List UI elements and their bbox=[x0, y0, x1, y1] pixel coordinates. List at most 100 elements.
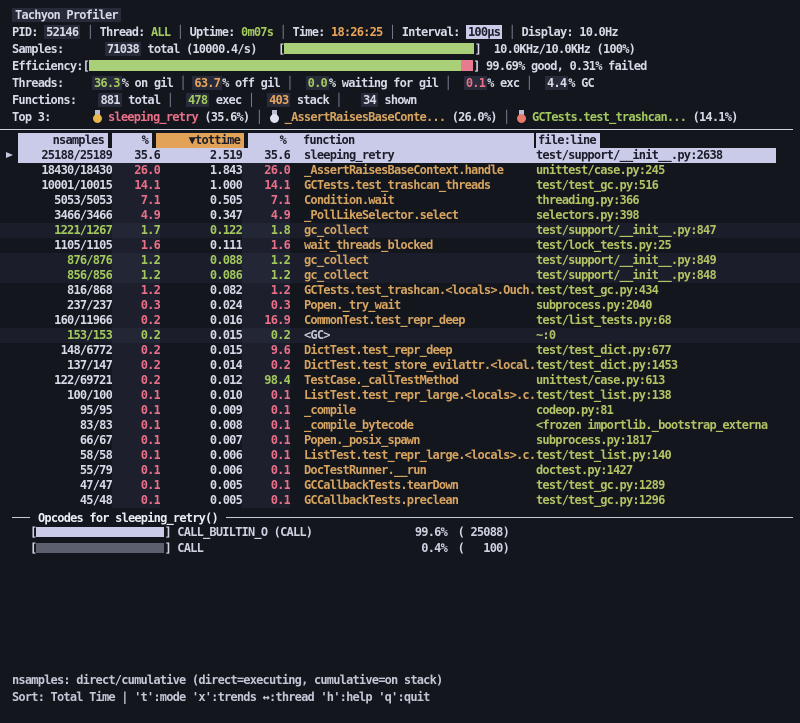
cell-fileline: subprocess.py:2040 bbox=[536, 298, 776, 313]
table-row[interactable]: 18430/1843026.01.84326.0_AssertRaisesBas… bbox=[0, 163, 800, 178]
cell-nsamples: 1221/1267 bbox=[18, 223, 112, 238]
opcodes-header: Opcodes for sleeping_retry() bbox=[12, 510, 800, 525]
function-stat-suffix: total bbox=[122, 93, 161, 107]
thread-value[interactable]: ALL bbox=[151, 25, 170, 39]
table-row[interactable]: 100/1000.10.0100.1ListTest.test_repr_lar… bbox=[0, 388, 800, 403]
top3-function-name[interactable]: _AssertRaisesBaseConte... bbox=[285, 110, 446, 124]
footer-keybindings: Sort: Total Time | 't':mode 'x':trends ↔… bbox=[12, 689, 442, 706]
top3-function-name[interactable]: sleeping_retry bbox=[108, 110, 198, 124]
table-row[interactable]: 25188/2518935.62.51935.6sleeping_retryte… bbox=[0, 148, 800, 163]
cell-tottime: 0.024 bbox=[160, 298, 242, 313]
opcode-row: [] CALL0.4%( 100) bbox=[0, 541, 800, 557]
opcode-percent: 99.6% bbox=[395, 525, 447, 541]
cell-tottime: 0.006 bbox=[160, 448, 242, 463]
table-row[interactable]: 122/697210.20.01298.4TestCase._callTestM… bbox=[0, 373, 800, 388]
top3-function-name[interactable]: GCTests.test_trashcan... bbox=[532, 110, 686, 124]
table-row[interactable]: 83/830.10.0080.1_compile_bytecode<frozen… bbox=[0, 418, 800, 433]
cell-function: gc_collect bbox=[304, 253, 536, 268]
table-row[interactable]: 55/790.10.0060.1DocTestRunner.__rundocte… bbox=[0, 463, 800, 478]
cell-pct-direct: 0.3 bbox=[112, 298, 160, 313]
cell-function: _compile_bytecode bbox=[304, 418, 536, 433]
cell-tottime: 0.016 bbox=[160, 313, 242, 328]
separator: │ bbox=[519, 76, 538, 90]
thread-stat-suffix: % GC bbox=[568, 76, 594, 90]
cell-tottime: 1.843 bbox=[160, 163, 242, 178]
cell-tottime: 0.014 bbox=[160, 358, 242, 373]
column-header-pct-cumulative[interactable]: % bbox=[248, 133, 286, 148]
cell-nsamples: 45/48 bbox=[18, 493, 112, 508]
function-stat-suffix: stack bbox=[290, 93, 329, 107]
cell-tottime: 0.007 bbox=[160, 433, 242, 448]
separator: │ bbox=[241, 93, 260, 107]
samples-label: Samples: bbox=[12, 41, 92, 58]
table-row[interactable]: 160/119660.20.01616.9CommonTest.test_rep… bbox=[0, 313, 800, 328]
table-row[interactable]: 45/480.10.0050.1GCCallbackTests.preclean… bbox=[0, 493, 800, 508]
cell-tottime: 0.082 bbox=[160, 283, 242, 298]
table-row[interactable]: 1105/11051.60.1111.6wait_threads_blocked… bbox=[0, 238, 800, 253]
app-title: Tachyon Profiler bbox=[12, 8, 121, 22]
table-row[interactable]: 876/8761.20.0881.2gc_collecttest/support… bbox=[0, 253, 800, 268]
table-row[interactable]: 816/8681.20.0821.2GCTests.test_trashcan.… bbox=[0, 283, 800, 298]
samples-progress-bar bbox=[284, 43, 474, 54]
time-value: 18:26:25 bbox=[331, 25, 382, 39]
cell-pct-direct: 0.1 bbox=[112, 448, 160, 463]
column-header-nsamples[interactable]: nsamples bbox=[18, 133, 108, 148]
separator: │ bbox=[249, 110, 268, 124]
function-stat-suffix: shown bbox=[378, 93, 417, 107]
top3-percent: (14.1%) bbox=[686, 110, 737, 124]
cell-pct-cumulative: 0.2 bbox=[242, 358, 290, 373]
function-stat-suffix: exec bbox=[209, 93, 241, 107]
table-row[interactable]: 237/2370.30.0240.3Popen._try_waitsubproc… bbox=[0, 298, 800, 313]
cell-pct-direct: 0.2 bbox=[112, 313, 160, 328]
cell-function: gc_collect bbox=[304, 223, 536, 238]
thread-stat-suffix: % on gil bbox=[122, 76, 173, 90]
cell-function: gc_collect bbox=[304, 268, 536, 283]
cell-fileline: test/support/__init__.py:2638 bbox=[536, 148, 776, 163]
table-row[interactable]: 137/1470.20.0140.2DictTest.test_store_ev… bbox=[0, 358, 800, 373]
threads-line: Threads:36.3% on gil │ 63.7% off gil │ 0… bbox=[12, 75, 800, 92]
column-header-fileline[interactable]: file:line bbox=[536, 133, 600, 148]
table-row[interactable]: 58/580.10.0060.1ListTest.test_repr_large… bbox=[0, 448, 800, 463]
cell-function: Popen._try_wait bbox=[304, 298, 536, 313]
samples-total: 71038 bbox=[105, 42, 141, 56]
table-row[interactable]: 66/670.10.0070.1Popen._posix_spawnsubpro… bbox=[0, 433, 800, 448]
cell-nsamples: 55/79 bbox=[18, 463, 112, 478]
header-panel: Tachyon Profiler PID: 52146 │ Thread: AL… bbox=[0, 0, 800, 126]
opcodes-section: Opcodes for sleeping_retry() [] CALL_BUI… bbox=[0, 510, 800, 556]
table-row[interactable]: 95/950.10.0090.1_compilecodeop.py:81 bbox=[0, 403, 800, 418]
samples-line: Samples: 71038 total (10000.4/s)[] 10.0K… bbox=[12, 41, 800, 58]
separator: │ bbox=[438, 76, 457, 90]
cell-nsamples: 47/47 bbox=[18, 478, 112, 493]
efficiency-summary: 99.69% good, 0.31% failed bbox=[480, 59, 647, 73]
cell-pct-direct: 0.1 bbox=[112, 403, 160, 418]
table-row[interactable]: 148/67720.20.0159.6DictTest.test_repr_de… bbox=[0, 343, 800, 358]
cell-function: DictTest.test_store_evilattr.<local... bbox=[304, 358, 536, 373]
table-row[interactable]: 5053/50537.10.5057.1Condition.waitthread… bbox=[0, 193, 800, 208]
column-header-function[interactable]: function bbox=[303, 133, 354, 148]
cell-pct-cumulative: 26.0 bbox=[242, 163, 290, 178]
cell-fileline: test/test_dict.py:677 bbox=[536, 343, 776, 358]
table-row[interactable]: 47/470.10.0050.1GCCallbackTests.tearDown… bbox=[0, 478, 800, 493]
column-header-tottime-sorted[interactable]: ▼tottime bbox=[156, 133, 244, 148]
opcode-count: ( 100) bbox=[453, 541, 509, 557]
table-row[interactable]: 3466/34664.90.3474.9_PollLikeSelector.se… bbox=[0, 208, 800, 223]
separator: │ bbox=[329, 93, 348, 107]
table-row[interactable]: 153/1530.20.0150.2<GC>~:0 bbox=[0, 328, 800, 343]
cell-pct-direct: 1.2 bbox=[112, 253, 160, 268]
cell-pct-direct: 1.7 bbox=[112, 223, 160, 238]
cell-nsamples: 856/856 bbox=[18, 268, 112, 283]
table-row[interactable]: 10001/1001514.11.00014.1GCTests.test_tra… bbox=[0, 178, 800, 193]
pad bbox=[299, 76, 305, 90]
column-header-pct-direct[interactable]: % bbox=[112, 133, 152, 148]
function-stat-value: 478 bbox=[186, 93, 209, 107]
cell-pct-direct: 0.1 bbox=[112, 388, 160, 403]
title-line: Tachyon Profiler bbox=[12, 7, 800, 24]
cell-tottime: 0.010 bbox=[160, 388, 242, 403]
table-row[interactable]: 1221/12671.70.1221.8gc_collecttest/suppo… bbox=[0, 223, 800, 238]
cell-fileline: ~:0 bbox=[536, 328, 776, 343]
cell-tottime: 0.347 bbox=[160, 208, 242, 223]
cell-fileline: test/test_gc.py:516 bbox=[536, 178, 776, 193]
cell-pct-direct: 14.1 bbox=[112, 178, 160, 193]
cell-pct-cumulative: 7.1 bbox=[242, 193, 290, 208]
table-row[interactable]: 856/8561.20.0861.2gc_collecttest/support… bbox=[0, 268, 800, 283]
